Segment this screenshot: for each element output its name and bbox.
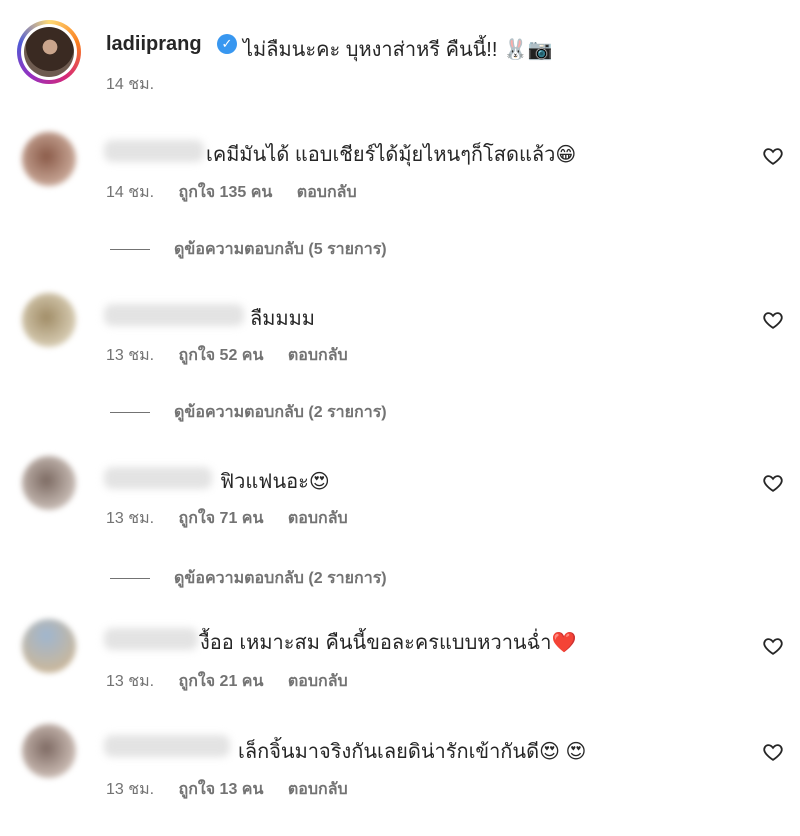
like-heart-icon[interactable] (762, 472, 784, 494)
commenter-username-blurred[interactable] (104, 304, 244, 326)
author-username[interactable]: ladiiprang (106, 33, 202, 56)
comment-text: เล็กจิ้นมาจริงกันเลยดิน่ารักเข้ากันดี😍 😍 (238, 741, 587, 763)
author-avatar[interactable] (17, 20, 81, 84)
comment-meta: 13 ชม. ถูกใจ 13 คน ตอบกลับ (106, 777, 368, 802)
commenter-avatar[interactable] (22, 619, 76, 673)
caption: ladiiprang ✓ ไม่ลืมนะคะ บุหงาส่าหรี คืนน… (0, 0, 800, 100)
view-replies-line (110, 249, 150, 251)
commenter-username-blurred[interactable] (104, 735, 230, 757)
comment-likes[interactable]: ถูกใจ 71 คน (179, 510, 264, 527)
comment-timestamp[interactable]: 13 ชม. (106, 347, 154, 364)
reply-button[interactable]: ตอบกลับ (288, 781, 348, 798)
view-replies-label[interactable]: ดูข้อความตอบกลับ (2 รายการ) (174, 404, 387, 421)
caption-timestamp[interactable]: 14 ชม. (106, 72, 154, 97)
view-replies-line (110, 578, 150, 580)
view-replies-button[interactable]: ดูข้อความตอบกลับ (2 รายการ) (110, 566, 387, 591)
comment-likes[interactable]: ถูกใจ 52 คน (179, 347, 264, 364)
comment-meta: 13 ชม. ถูกใจ 52 คน ตอบกลับ (106, 343, 368, 368)
commenter-avatar[interactable] (22, 724, 76, 778)
commenter-avatar[interactable] (22, 132, 76, 186)
comment-text: งื้ออ เหมาะสม คืนนี้ขอละครแบบหวานฉ่ำ❤️ (200, 632, 577, 654)
commenter-avatar[interactable] (22, 456, 76, 510)
reply-button[interactable]: ตอบกลับ (288, 673, 348, 690)
comment-likes[interactable]: ถูกใจ 21 คน (179, 673, 264, 690)
comment-meta: 13 ชม. ถูกใจ 21 คน ตอบกลับ (106, 669, 368, 694)
reply-button[interactable]: ตอบกลับ (288, 510, 348, 527)
commenter-avatar[interactable] (22, 293, 76, 347)
caption-text: ไม่ลืมนะคะ บุหงาส่าหรี คืนนี้!! 🐰📷 (243, 39, 553, 61)
commenter-username-blurred[interactable] (104, 628, 198, 650)
comment-text: เคมีมันได้ แอบเชียร์ได้มุ้ยไหนๆก็โสดแล้ว… (206, 144, 577, 166)
comment-timestamp[interactable]: 13 ชม. (106, 510, 154, 527)
like-heart-icon[interactable] (762, 635, 784, 657)
comment-timestamp[interactable]: 13 ชม. (106, 673, 154, 690)
view-replies-label[interactable]: ดูข้อความตอบกลับ (5 รายการ) (174, 241, 387, 258)
comment-timestamp[interactable]: 14 ชม. (106, 184, 154, 201)
comment-timestamp[interactable]: 13 ชม. (106, 781, 154, 798)
like-heart-icon[interactable] (762, 145, 784, 167)
commenter-username-blurred[interactable] (104, 140, 204, 162)
comment-likes[interactable]: ถูกใจ 135 คน (179, 184, 273, 201)
reply-button[interactable]: ตอบกลับ (297, 184, 357, 201)
like-heart-icon[interactable] (762, 309, 784, 331)
comment-likes[interactable]: ถูกใจ 13 คน (179, 781, 264, 798)
reply-button[interactable]: ตอบกลับ (288, 347, 348, 364)
commenter-username-blurred[interactable] (104, 467, 212, 489)
view-replies-line (110, 412, 150, 414)
view-replies-button[interactable]: ดูข้อความตอบกลับ (5 รายการ) (110, 237, 387, 262)
like-heart-icon[interactable] (762, 741, 784, 763)
comment-text: ลืมมมม (250, 308, 315, 330)
view-replies-button[interactable]: ดูข้อความตอบกลับ (2 รายการ) (110, 400, 387, 425)
comment-meta: 14 ชม. ถูกใจ 135 คน ตอบกลับ (106, 180, 377, 205)
comment-text: ฟิวแฟนอะ😍 (220, 471, 330, 493)
comment-meta: 13 ชม. ถูกใจ 71 คน ตอบกลับ (106, 506, 368, 531)
verified-badge-icon: ✓ (217, 34, 237, 54)
view-replies-label[interactable]: ดูข้อความตอบกลับ (2 รายการ) (174, 570, 387, 587)
